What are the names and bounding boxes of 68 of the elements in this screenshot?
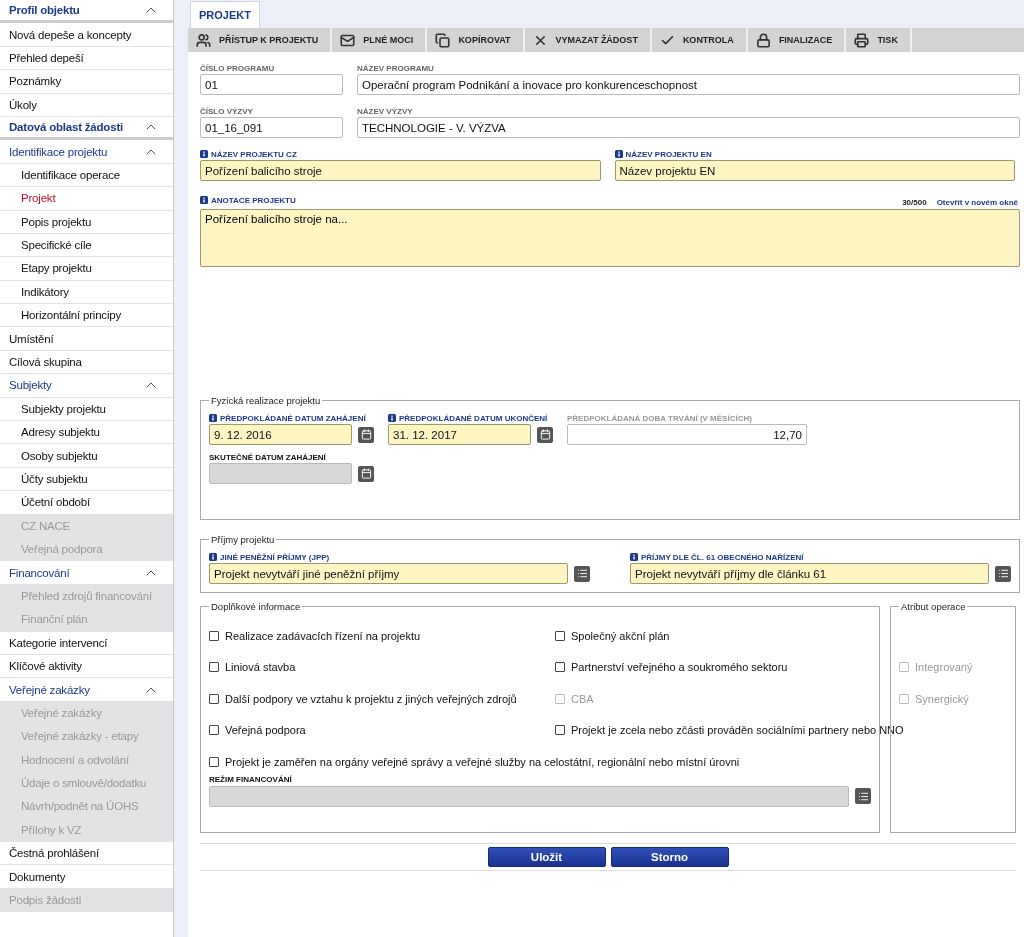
input-field[interactable]: TECHNOLOGIE - V. VÝZVA (357, 117, 1020, 138)
toolbar-button[interactable]: PŘÍSTUP K PROJEKTU (188, 28, 333, 52)
printer-icon (854, 32, 870, 48)
toolbar-button[interactable]: FINALIZACE (747, 28, 847, 52)
envelope-icon (340, 32, 356, 48)
field-label: PŘEDPOKLÁDANÁ DOBA TRVÁNÍ (V MĚSÍCÍCH) (567, 412, 752, 424)
info-icon (209, 553, 217, 561)
open-window-link[interactable]: Otevřít v novém okně (936, 198, 1018, 207)
info-icon (200, 196, 208, 204)
save-button[interactable]: Uložit (487, 847, 606, 867)
field-label: REŽIM FINANCOVÁNÍ (209, 774, 292, 786)
field-label: ČÍSLO PROGRAMU (200, 62, 275, 74)
info-icon (209, 414, 217, 422)
info-icon (200, 150, 208, 158)
input-field[interactable]: Název projektu EN (614, 160, 1015, 181)
toolbar-button[interactable]: KONTROLA (651, 28, 748, 52)
checkbox-option[interactable]: Další podpory ve vztahu k projektu z jiných veřejných zdrojů (209, 688, 517, 709)
toolbar-button[interactable]: PLNÉ MOCI (332, 28, 428, 52)
field-label: PŘEDPOKLÁDANÉ DATUM UKONČENÍ (388, 412, 548, 424)
character-counter: 30/500 (902, 198, 927, 207)
checkbox-option[interactable]: Společný akční plán (555, 625, 670, 646)
toolbar-button[interactable]: KOPÍROVAT (427, 28, 525, 52)
field-label: PŘÍJMY DLE ČL. 61 OBECNÉHO NAŘÍZENÍ (630, 551, 804, 563)
input-field[interactable]: Projekt nevytváří příjmy dle článku 61 (630, 563, 989, 584)
checkbox-option[interactable]: Liniová stavba (209, 657, 296, 678)
input-field[interactable]: Projekt nevytváří jiné peněžní příjmy (209, 563, 568, 584)
checkbox-option[interactable]: Realizace zadávacích řízení na projektu (209, 625, 421, 646)
field-label: NÁZEV PROJEKTU CZ (200, 148, 297, 160)
fieldset-legend: Doplňkové informace (209, 601, 303, 612)
field-label: JINÉ PENĚŽNÍ PŘÍJMY (JPP) (209, 551, 330, 563)
input-field[interactable]: Operační program Podnikání a inovace pro konkurenceschopnost (357, 74, 1020, 95)
toolbar-button[interactable]: TISK (846, 28, 912, 52)
info-icon (630, 553, 638, 561)
input-field[interactable]: 31. 12. 2017 (388, 424, 531, 445)
lock-icon (755, 32, 771, 48)
info-icon (614, 150, 623, 158)
list-icon[interactable] (855, 788, 871, 804)
toolbar-button[interactable]: VYMAZAT ŽÁDOST (524, 28, 652, 52)
field-label: ČÍSLO VÝZVY (200, 105, 253, 117)
checkbox-option[interactable]: Projekt je zaměřen na orgány veřejné správy a veřejné služby na celostátní, regionální nebo místní úrovni (209, 751, 740, 772)
checkbox-option[interactable]: Projekt je zcela nebo zčásti prováděn sociálními partnery nebo NNO (555, 720, 904, 741)
list-icon[interactable] (574, 565, 590, 582)
info-icon (388, 414, 396, 422)
cancel-button[interactable]: Storno (610, 847, 729, 867)
field-label: PŘEDPOKLÁDANÉ DATUM ZAHÁJENÍ (209, 412, 366, 424)
checkbox-option[interactable]: Veřejná podpora (209, 720, 306, 741)
fieldset-legend: Atribut operace (899, 601, 968, 612)
copy-icon (435, 32, 451, 48)
field-label: NÁZEV VÝZVY (357, 105, 413, 117)
list-icon[interactable] (995, 565, 1011, 582)
tab[interactable]: PROJEKT (190, 1, 260, 28)
input-field[interactable]: 9. 12. 2016 (209, 424, 352, 445)
input-field[interactable]: 12,70 (567, 424, 807, 445)
people-icon (196, 32, 211, 48)
input-field[interactable]: 01 (200, 74, 343, 95)
field-label: SKUTEČNÉ DATUM ZAHÁJENÍ (209, 451, 326, 463)
fieldset-legend: Příjmy projektu (209, 534, 277, 545)
calendar-icon[interactable] (358, 465, 374, 482)
fieldset-legend: Fyzická realizace projektu (209, 395, 323, 406)
annotation-textarea[interactable]: Pořízení balicího stroje na... (200, 209, 1020, 267)
field-label: ANOTACE PROJEKTU (200, 194, 296, 206)
calendar-icon[interactable] (358, 426, 374, 443)
field-label: NÁZEV PROJEKTU EN (614, 148, 712, 160)
calendar-icon[interactable] (537, 426, 553, 443)
field-label: NÁZEV PROGRAMU (357, 62, 434, 74)
input-field[interactable]: Pořízení balicího stroje (200, 160, 601, 181)
checkbox-option[interactable]: Partnerství veřejného a soukromého sektoru (555, 657, 788, 678)
input-field[interactable]: 01_16_091 (200, 117, 343, 138)
